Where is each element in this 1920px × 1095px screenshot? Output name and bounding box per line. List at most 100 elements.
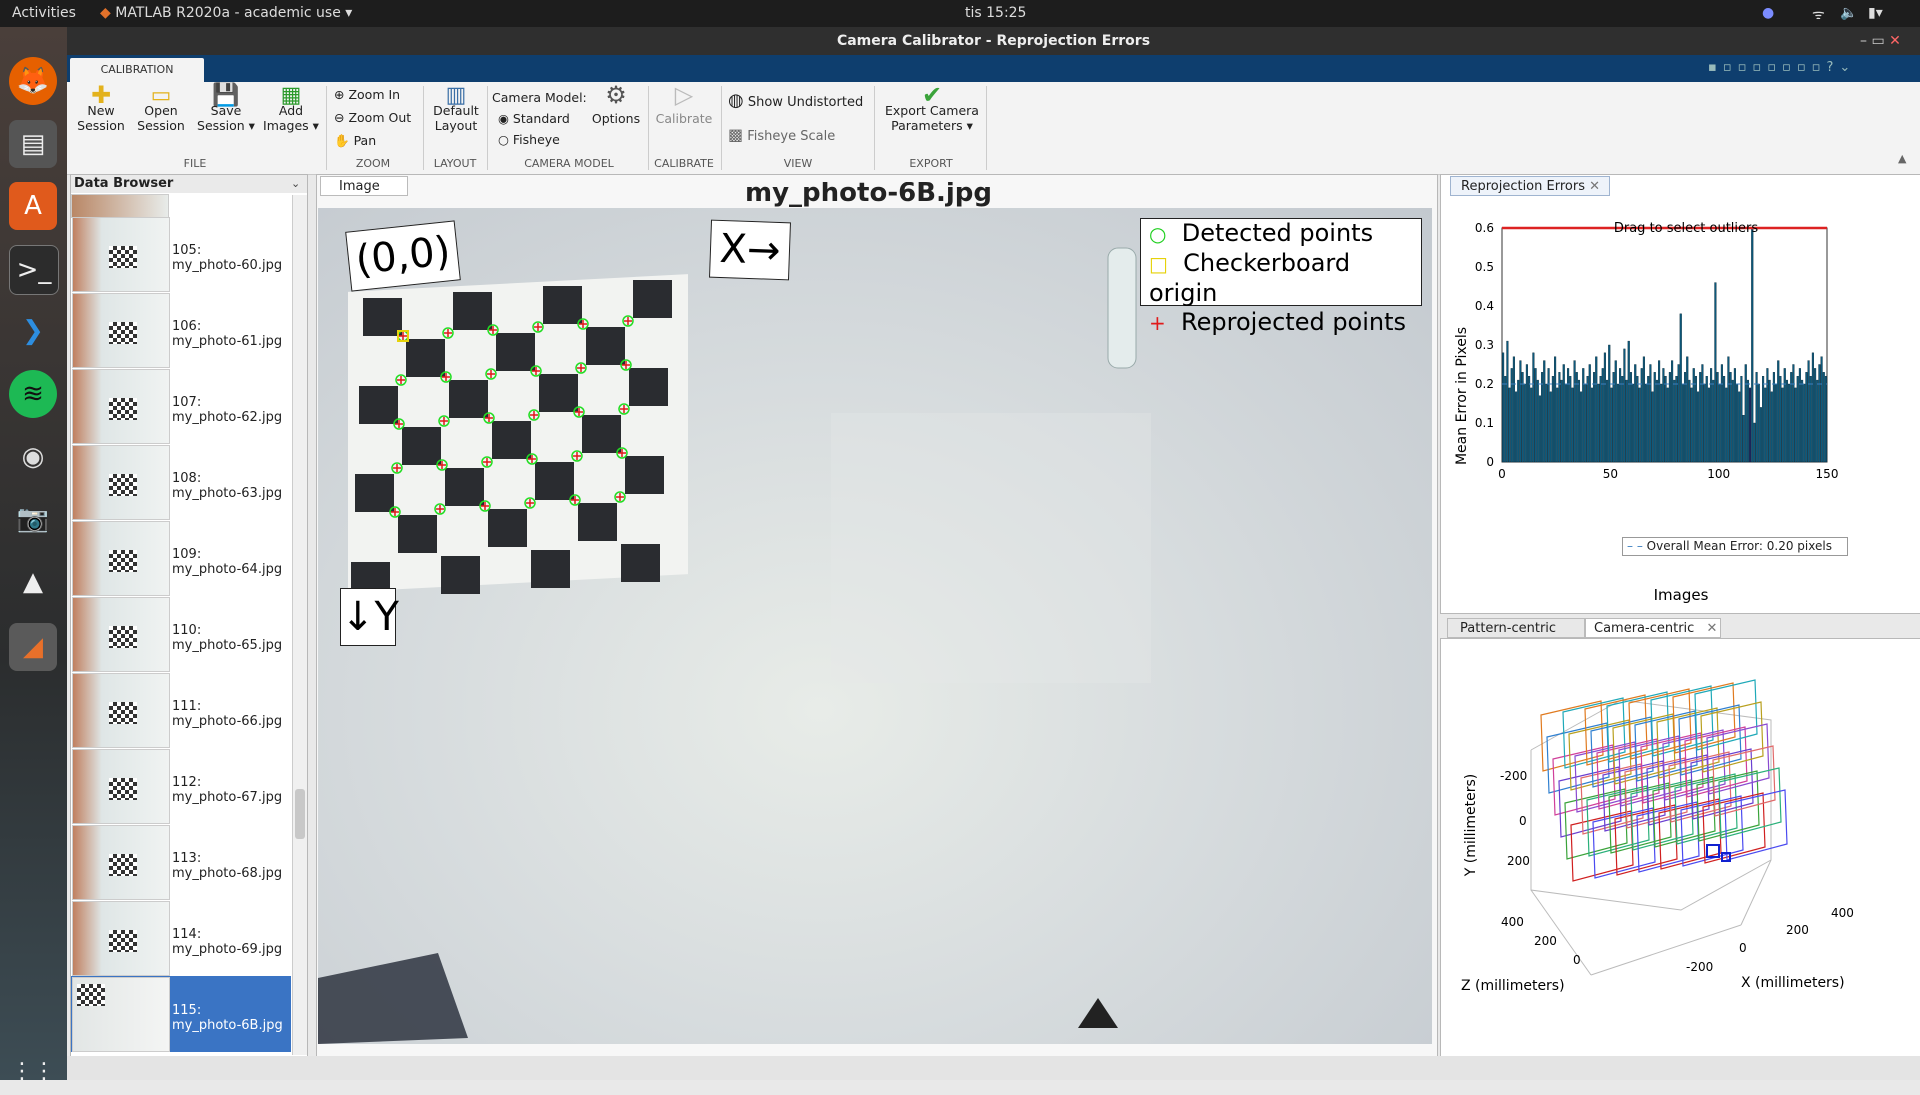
error-bar[interactable] xyxy=(1816,379,1819,463)
error-bar[interactable] xyxy=(1595,356,1598,463)
error-bar[interactable] xyxy=(1824,375,1827,463)
error-bar[interactable] xyxy=(1521,372,1524,463)
browser-scrollbar[interactable] xyxy=(292,195,307,1055)
error-bar[interactable] xyxy=(1571,387,1574,463)
spotify-icon[interactable]: ≋ xyxy=(9,370,57,418)
list-item[interactable]: 107: my_photo-62.jpg xyxy=(71,368,291,444)
error-bar[interactable] xyxy=(1645,383,1648,463)
new-session-button[interactable]: ✚ New Session xyxy=(74,83,128,133)
browser-menu-icon[interactable]: ⌄ xyxy=(291,177,300,190)
list-item[interactable]: 106: my_photo-61.jpg xyxy=(71,292,291,368)
error-bar[interactable] xyxy=(1738,391,1741,463)
error-bar[interactable] xyxy=(1662,368,1665,463)
scrollbar-thumb[interactable] xyxy=(295,789,305,839)
error-bar[interactable] xyxy=(1593,372,1596,463)
error-bar[interactable] xyxy=(1614,360,1617,463)
error-bar[interactable] xyxy=(1759,407,1762,463)
error-bar[interactable] xyxy=(1762,375,1765,463)
error-bar[interactable] xyxy=(1684,372,1687,463)
vscode-icon[interactable]: ❯ xyxy=(9,307,57,355)
error-bar[interactable] xyxy=(1673,379,1676,463)
error-bar[interactable] xyxy=(1569,375,1572,463)
error-bar[interactable] xyxy=(1690,387,1693,463)
error-bar[interactable] xyxy=(1651,391,1654,463)
error-bar[interactable] xyxy=(1560,379,1563,463)
error-bar[interactable] xyxy=(1790,372,1793,463)
error-bar[interactable] xyxy=(1502,352,1505,463)
error-bar[interactable] xyxy=(1692,368,1695,463)
show-undistorted-button[interactable]: ◍ Show Undistorted xyxy=(728,92,863,111)
tab-image[interactable]: Image xyxy=(320,176,408,196)
error-bar[interactable] xyxy=(1736,383,1739,463)
battery-icon[interactable]: ▮▾ xyxy=(1868,5,1883,21)
list-item[interactable]: 105: my_photo-60.jpg xyxy=(71,216,291,292)
tab-pattern-centric[interactable]: Pattern-centric xyxy=(1447,618,1585,638)
error-bar[interactable] xyxy=(1625,379,1628,463)
export-camera-parameters-button[interactable]: ✔ Export Camera Parameters ▾ xyxy=(880,83,984,133)
error-bar[interactable] xyxy=(1528,375,1531,463)
collapse-toolstrip-icon[interactable]: ▲ xyxy=(1898,152,1906,165)
error-bar[interactable] xyxy=(1616,383,1619,463)
error-bar[interactable] xyxy=(1655,379,1658,463)
error-bar[interactable] xyxy=(1653,372,1656,463)
error-bar[interactable] xyxy=(1781,387,1784,463)
calibrate-button[interactable]: ▷ Calibrate xyxy=(652,83,716,126)
webcam-icon[interactable]: ◉ xyxy=(9,433,57,481)
error-bar[interactable] xyxy=(1606,379,1609,463)
error-bar[interactable] xyxy=(1714,282,1717,463)
error-bar[interactable] xyxy=(1582,368,1585,463)
error-bar[interactable] xyxy=(1716,372,1719,463)
error-bar[interactable] xyxy=(1746,379,1749,463)
error-bar[interactable] xyxy=(1712,379,1715,463)
error-bar[interactable] xyxy=(1794,387,1797,463)
error-bar[interactable] xyxy=(1798,368,1801,463)
error-bar[interactable] xyxy=(1567,368,1570,463)
error-bar[interactable] xyxy=(1751,227,1754,463)
error-bar[interactable] xyxy=(1549,391,1552,463)
error-bar[interactable] xyxy=(1647,375,1650,463)
error-bar[interactable] xyxy=(1640,368,1643,463)
error-bar[interactable] xyxy=(1770,391,1773,463)
error-bar[interactable] xyxy=(1632,383,1635,463)
error-bar[interactable] xyxy=(1807,360,1810,463)
error-bar[interactable] xyxy=(1506,340,1509,463)
zoom-in-button[interactable]: ⊕ Zoom In xyxy=(334,87,400,102)
error-bar[interactable] xyxy=(1664,375,1667,463)
error-bar[interactable] xyxy=(1749,387,1752,463)
thumbnail-partial[interactable] xyxy=(71,194,169,218)
close-tab-icon[interactable]: ✕ xyxy=(1706,621,1717,636)
terminal-icon[interactable]: >_ xyxy=(9,245,59,295)
error-bar[interactable] xyxy=(1785,379,1788,463)
show-apps-icon[interactable]: ⋮⋮ xyxy=(9,1047,57,1095)
error-bar[interactable] xyxy=(1705,375,1708,463)
error-bar[interactable] xyxy=(1809,375,1812,463)
error-bar[interactable] xyxy=(1777,360,1780,463)
error-bar[interactable] xyxy=(1731,379,1734,463)
error-bar[interactable] xyxy=(1742,414,1745,463)
tab-reprojection-errors[interactable]: Reprojection Errors ✕ xyxy=(1450,176,1610,196)
error-bar[interactable] xyxy=(1580,391,1583,463)
error-bar[interactable] xyxy=(1573,360,1576,463)
error-bar[interactable] xyxy=(1792,364,1795,463)
error-bar[interactable] xyxy=(1538,395,1541,463)
error-bar[interactable] xyxy=(1720,364,1723,463)
error-bar[interactable] xyxy=(1551,375,1554,463)
error-bar[interactable] xyxy=(1508,387,1511,463)
activities-button[interactable]: Activities xyxy=(12,5,76,21)
error-bar[interactable] xyxy=(1512,356,1515,463)
list-item[interactable]: 114: my_photo-69.jpg xyxy=(71,900,291,976)
error-bar[interactable] xyxy=(1556,387,1559,463)
error-bar[interactable] xyxy=(1727,356,1730,463)
error-bar[interactable] xyxy=(1519,360,1522,463)
error-bar[interactable] xyxy=(1608,344,1611,463)
error-bar[interactable] xyxy=(1658,360,1661,463)
error-bar[interactable] xyxy=(1772,372,1775,463)
error-bar[interactable] xyxy=(1558,372,1561,463)
error-bar[interactable] xyxy=(1621,375,1624,463)
tab-calibration[interactable]: CALIBRATION xyxy=(70,58,204,82)
matlab-dock-icon[interactable]: ◢ xyxy=(9,623,57,671)
error-bar[interactable] xyxy=(1671,360,1674,463)
error-bar[interactable] xyxy=(1697,391,1700,463)
error-bar[interactable] xyxy=(1718,383,1721,463)
inkscape-icon[interactable]: ▲ xyxy=(9,558,57,606)
